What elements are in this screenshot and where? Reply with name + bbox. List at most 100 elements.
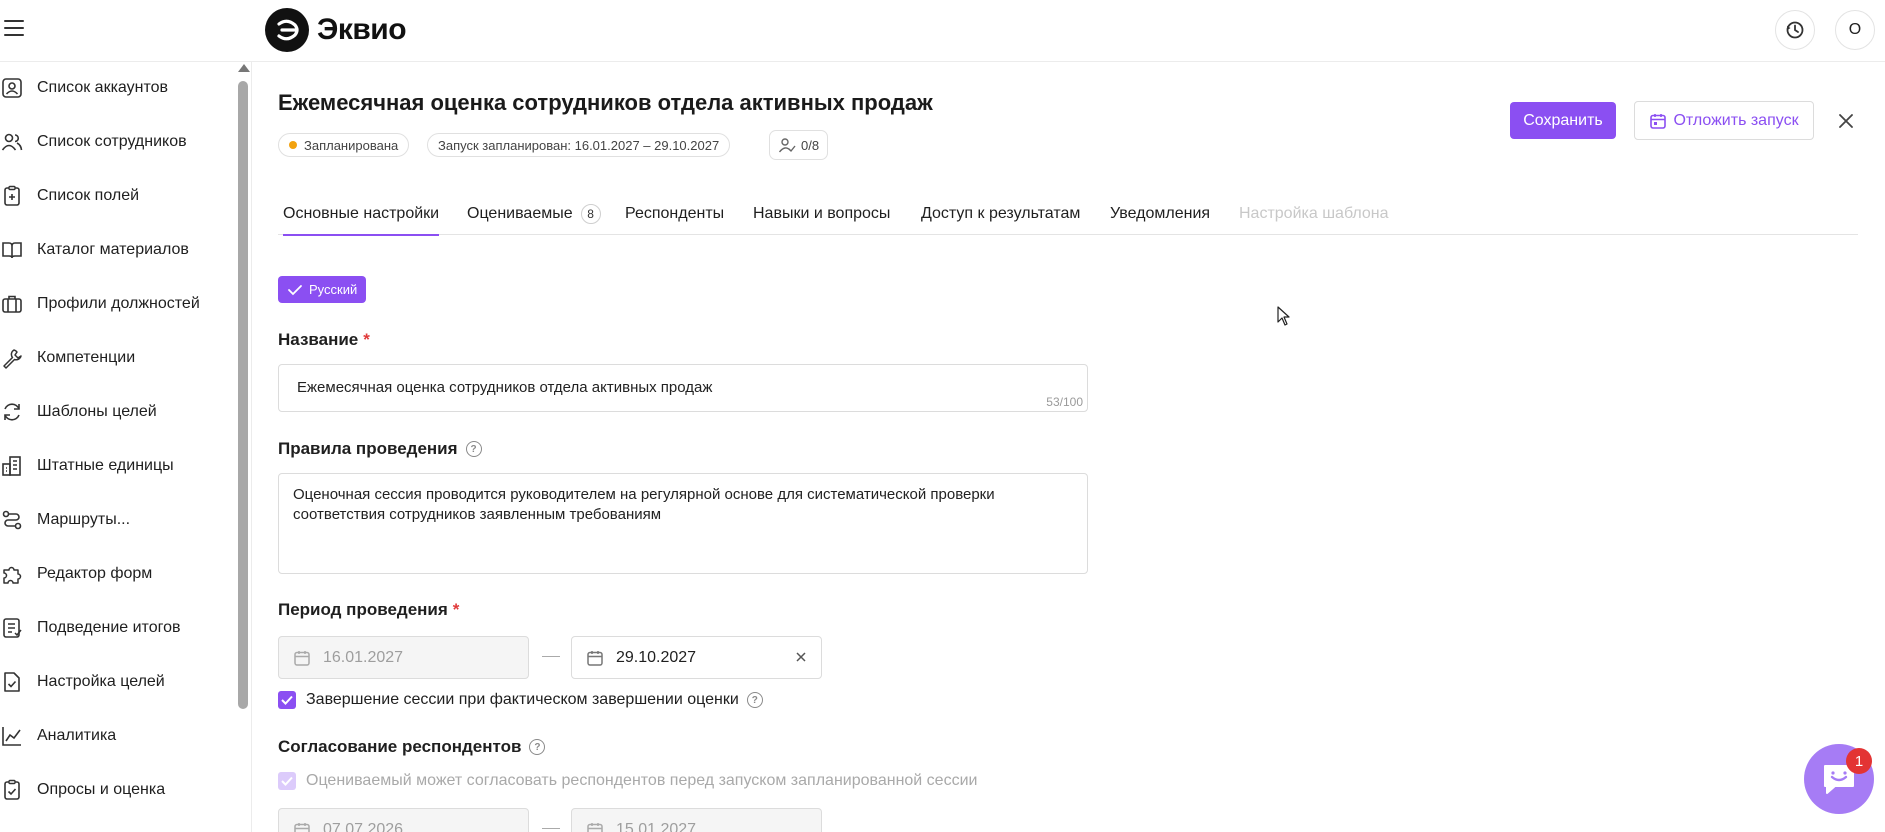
check-icon [288, 284, 302, 295]
doc-check-icon [0, 670, 24, 694]
logo-text: Эквио [317, 13, 407, 46]
help-icon[interactable]: ? [529, 739, 546, 755]
name-input[interactable]: Ежемесячная оценка сотрудников отдела ак… [278, 364, 1088, 412]
tab-template-settings: Настройка шаблона [1239, 204, 1389, 222]
puzzle-icon [0, 562, 24, 586]
evaluated-count-badge: 8 [580, 203, 601, 224]
sidebar-item-routes[interactable]: Маршруты... [0, 500, 235, 540]
tab-results-access[interactable]: Доступ к результатам [921, 192, 1080, 235]
sidebar-item-summary[interactable]: Подведение итогов [0, 608, 235, 648]
route-icon [0, 508, 24, 532]
period-label: Период проведения * [278, 600, 460, 619]
help-icon[interactable]: ? [746, 692, 763, 708]
status-badge: Запланирована [278, 133, 410, 157]
tab-main-settings[interactable]: Основные настройки [283, 192, 440, 236]
finish-session-checkbox-row[interactable]: Завершение сессии при фактическом заверш… [278, 691, 763, 709]
date-range-separator [542, 828, 560, 829]
sidebar-item-label: Шаблоны целей [37, 403, 157, 420]
required-mark: * [452, 600, 460, 619]
sidebar-item-label: Подведение итогов [37, 619, 181, 636]
required-mark: * [363, 330, 370, 349]
sidebar-item-label: Опросы и оценка [37, 781, 166, 798]
users-check-icon [778, 138, 796, 153]
sidebar-item-label: Настройка целей [37, 673, 165, 690]
clear-date-icon[interactable] [795, 651, 807, 663]
date-range-separator [542, 656, 560, 657]
finish-session-checkbox[interactable] [278, 691, 296, 709]
sidebar-item-goal-settings[interactable]: Настройка целей [0, 662, 235, 702]
book-icon [0, 238, 24, 262]
approval-start-value: 07.07.2026 [323, 820, 404, 832]
sidebar-item-label: Список аккаунтов [37, 79, 169, 96]
briefcase-icon [0, 292, 24, 316]
close-button[interactable] [1833, 108, 1859, 134]
language-label: Русский [309, 282, 358, 297]
sidebar-item-fields[interactable]: Список полей [0, 176, 235, 216]
finish-session-label: Завершение сессии при фактическом заверш… [306, 691, 739, 708]
buildings-icon [0, 454, 24, 478]
sidebar-item-employees[interactable]: Список сотрудников [0, 122, 235, 162]
period-end-value: 29.10.2027 [616, 648, 697, 666]
avatar[interactable]: O [1835, 10, 1875, 50]
sidebar-scrollbar[interactable] [236, 62, 250, 832]
name-counter: 53/100 [1046, 395, 1083, 409]
approval-start-input: 07.07.2026 [278, 808, 529, 832]
tab-skills-questions[interactable]: Навыки и вопросы [753, 192, 890, 235]
approval-checkbox-label: Оцениваемый может согласовать респондент… [306, 772, 978, 789]
approval-checkbox-row: Оцениваемый может согласовать респондент… [278, 772, 977, 790]
sidebar-item-staff-units[interactable]: Штатные единицы [0, 446, 235, 486]
help-icon[interactable]: ? [465, 441, 482, 457]
period-start-input: 16.01.2027 [278, 636, 529, 679]
approval-end-input: 15.01.2027 [571, 808, 822, 832]
users-icon [0, 130, 24, 154]
history-button[interactable] [1775, 10, 1815, 50]
rules-textarea[interactable]: Оценочная сессия проводится руководителе… [278, 473, 1088, 574]
sidebar-item-label: Профили должностей [37, 295, 200, 312]
sidebar-item-goal-templates[interactable]: Шаблоны целей [0, 392, 235, 432]
menu-icon[interactable] [4, 20, 24, 38]
sidebar-item-analytics[interactable]: Аналитика [0, 716, 235, 756]
logo-mark-icon [265, 8, 309, 52]
calendar-delay-icon [1650, 113, 1667, 129]
sidebar-item-label: Список полей [37, 187, 140, 204]
sidebar-item-surveys[interactable]: Опросы и оценка [0, 770, 235, 810]
sidebar-item-catalog[interactable]: Каталог материалов [0, 230, 235, 270]
delay-launch-button[interactable]: Отложить запуск [1634, 101, 1814, 140]
rules-label: Правила проведения? [278, 439, 482, 459]
report-icon [0, 616, 24, 640]
page-title: Ежемесячная оценка сотрудников отдела ак… [278, 90, 933, 115]
sidebar-item-accounts[interactable]: Список аккаунтов [0, 68, 235, 108]
logo[interactable]: Эквио [265, 8, 407, 52]
name-value: Ежемесячная оценка сотрудников отдела ак… [297, 379, 713, 396]
tab-respondents[interactable]: Респонденты [625, 192, 724, 235]
chat-notification-badge: 1 [1846, 748, 1872, 774]
sidebar-item-label: Список сотрудников [37, 133, 187, 150]
period-start-value: 16.01.2027 [323, 648, 404, 666]
tab-evaluated[interactable]: Оцениваемые 8 [467, 192, 601, 235]
scroll-up-icon[interactable] [238, 64, 250, 72]
language-toggle[interactable]: Русский [278, 276, 367, 303]
schedule-badge: Запуск запланирован: 16.01.2027 – 29.10.… [427, 133, 731, 157]
rules-value: Оценочная сессия проводится руководителе… [293, 486, 995, 523]
sidebar-item-competencies[interactable]: Компетенции [0, 338, 235, 378]
scroll-thumb[interactable] [238, 81, 248, 709]
sidebar-item-label: Каталог материалов [37, 241, 189, 258]
calendar-icon [293, 821, 311, 832]
calendar-icon [586, 821, 604, 832]
sidebar-item-label: Штатные единицы [37, 457, 174, 474]
respondents-count: 0/8 [801, 137, 820, 153]
sidebar-item-job-profiles[interactable]: Профили должностей [0, 284, 235, 324]
calendar-icon [293, 649, 311, 667]
sidebar-item-label: Аналитика [37, 727, 117, 744]
sidebar-item-label: Компетенции [37, 349, 136, 366]
period-end-input[interactable]: 29.10.2027 [571, 636, 822, 679]
sidebar-item-form-editor[interactable]: Редактор форм [0, 554, 235, 594]
approval-end-value: 15.01.2027 [616, 820, 697, 832]
save-button[interactable]: Сохранить [1510, 102, 1616, 139]
status-dot-icon [289, 141, 297, 149]
main-content: Ежемесячная оценка сотрудников отдела ак… [278, 62, 1878, 832]
chart-line-icon [0, 724, 24, 748]
respondents-count-badge[interactable]: 0/8 [769, 130, 829, 160]
delay-launch-label: Отложить запуск [1673, 111, 1799, 129]
tab-notifications[interactable]: Уведомления [1110, 192, 1210, 235]
